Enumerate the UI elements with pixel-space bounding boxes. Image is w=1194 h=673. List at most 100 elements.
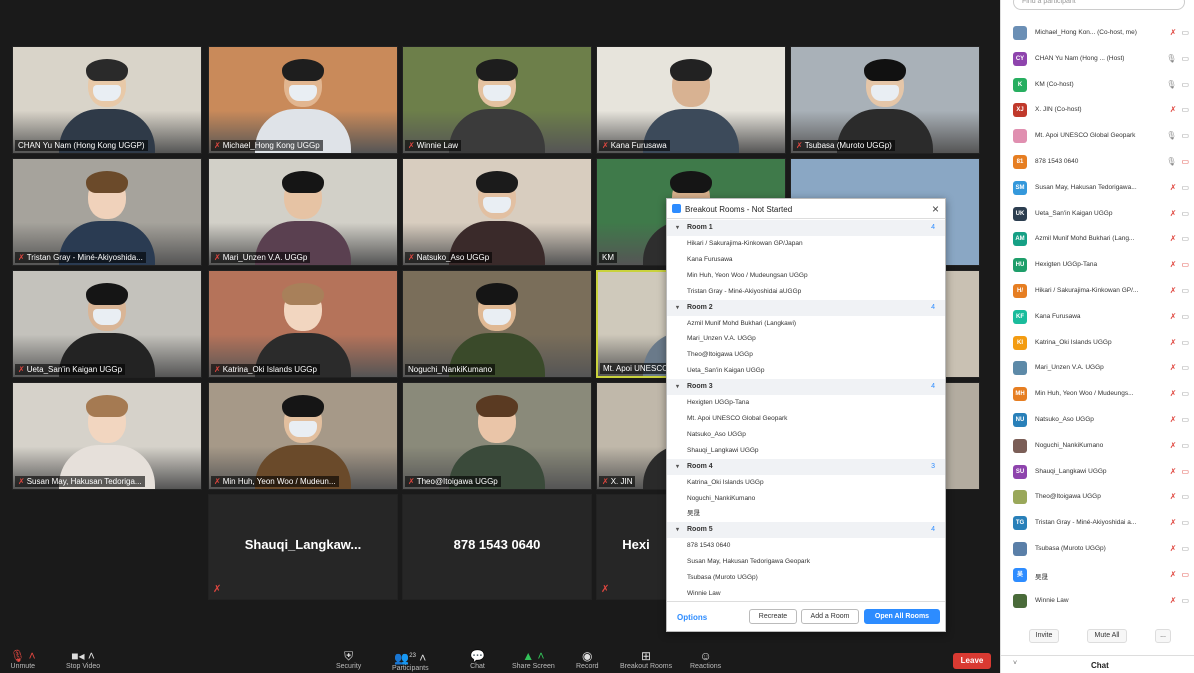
room-member[interactable]: Tsubasa (Muroto UGGp): [667, 570, 945, 586]
video-camera-icon: ▭: [1181, 363, 1189, 373]
tile-name-label: ✗ Katrina_Oki Islands UGGp: [211, 364, 320, 375]
participant-row[interactable]: 吴吴晟 ✗ ▭: [1001, 563, 1194, 589]
participant-row[interactable]: K KM (Co-host) 🎙 ▭: [1001, 73, 1194, 99]
room-member[interactable]: Mt. Apoi UNESCO Global Geopark: [667, 411, 945, 427]
participant-name: Winnie Law: [1035, 596, 1069, 604]
room-header[interactable]: ▾ Room 5 4: [667, 522, 945, 539]
participant-row[interactable]: HU Hexigten UGGp-Tana ✗ ▭: [1001, 253, 1194, 279]
video-tile[interactable]: ✗ Mari_Unzen V.A. UGGp: [208, 158, 398, 266]
video-tile[interactable]: ✗ Winnie Law: [402, 46, 592, 154]
room-member[interactable]: Ueta_San'in Kaigan UGGp: [667, 363, 945, 379]
mute-all-button[interactable]: Mute All: [1087, 629, 1127, 643]
room-header[interactable]: ▾ Room 2 4: [667, 299, 945, 316]
room-member[interactable]: Mari_Unzen V.A. UGGp: [667, 331, 945, 347]
participant-status-icons: ✗ ▭: [1170, 338, 1189, 347]
video-tile[interactable]: ✗ Tristan Gray - Miné-Akiyoshida...: [12, 158, 202, 266]
room-member[interactable]: Tristan Gray - Miné-Akiyoshidai aUGGp: [667, 284, 945, 300]
participant-row[interactable]: CY CHAN Yu Nam (Hong ... (Host) 🎙 ▭: [1001, 47, 1194, 73]
room-member[interactable]: Susan May, Hakusan Tedorigawa Geopark: [667, 554, 945, 570]
room-member[interactable]: Hikari / Sakurajima-Kinkowan GP/Japan: [667, 236, 945, 252]
video-tile[interactable]: ✗ Natsuko_Aso UGGp: [402, 158, 592, 266]
unmute-button[interactable]: 🎙 ˄ Unmute: [10, 649, 36, 670]
video-tile[interactable]: ✗ Theo@Itoigawa UGGp: [402, 382, 592, 490]
participant-row[interactable]: NU Natsuko_Aso UGGp ✗ ▭: [1001, 408, 1194, 434]
participant-row[interactable]: Theo@Itoigawa UGGp ✗ ▭: [1001, 485, 1194, 511]
participant-name: Mari_Unzen V.A. UGGp: [1035, 364, 1104, 372]
participant-row[interactable]: SU Shauqi_Langkawi UGGp ✗ ▭: [1001, 460, 1194, 486]
room-member[interactable]: Hexigten UGGp-Tana: [667, 395, 945, 411]
room-member[interactable]: 878 1543 0640: [667, 538, 945, 554]
security-button[interactable]: ⛨ Security: [336, 649, 361, 670]
video-tile[interactable]: Noguchi_NankiKumano: [402, 270, 592, 378]
open-all-rooms-button[interactable]: Open All Rooms: [864, 609, 940, 624]
video-camera-icon: ▭: [1181, 234, 1189, 244]
chat-section-header[interactable]: ˅ Chat: [1001, 655, 1194, 673]
room-member[interactable]: Azmil Munif Mohd Bukhari (Langkawi): [667, 316, 945, 332]
participant-row[interactable]: 81 878 1543 0640 🎙 ▭: [1001, 150, 1194, 176]
participant-row[interactable]: KF Kana Furusawa ✗ ▭: [1001, 305, 1194, 331]
stop-video-button[interactable]: ■◂ ˄ Stop Video: [66, 649, 100, 670]
audio-only-tile[interactable]: Shauqi_Langkaw... ✗: [208, 494, 398, 600]
room-member-count: 4: [931, 303, 935, 311]
tile-display-name: Hexi: [622, 537, 650, 552]
participant-row[interactable]: XJ X. JIN (Co-host) ✗ ▭: [1001, 98, 1194, 124]
room-member[interactable]: Winnie Law: [667, 586, 945, 600]
room-header[interactable]: ▾ Room 1 4: [667, 220, 945, 236]
video-tile[interactable]: CHAN Yu Nam (Hong Kong UGGP): [12, 46, 202, 154]
participant-row[interactable]: Noguchi_NankiKumano ✗ ▭: [1001, 434, 1194, 460]
participant-row[interactable]: KI Katrina_Oki Islands UGGp ✗ ▭: [1001, 331, 1194, 357]
tile-name-label: ✗ Tristan Gray - Miné-Akiyoshida...: [15, 252, 146, 263]
recreate-button[interactable]: Recreate: [749, 609, 797, 624]
options-link[interactable]: Options: [677, 613, 707, 622]
participant-row[interactable]: Winnie Law ✗ ▭: [1001, 589, 1194, 615]
room-header[interactable]: ▾ Room 3 4: [667, 379, 945, 396]
audio-only-tile[interactable]: Hexi ✗: [596, 494, 676, 600]
room-member[interactable]: Min Huh, Yeon Woo / Mudeungsan UGGp: [667, 268, 945, 284]
room-header[interactable]: ▾ Room 4 3: [667, 458, 945, 475]
invite-button[interactable]: Invite: [1029, 629, 1059, 643]
participant-row[interactable]: H/Hikari / Sakurajima-Kinkowan GP/... ✗ ▭: [1001, 279, 1194, 305]
participant-row[interactable]: MH Min Huh, Yeon Woo / Mudeungs... ✗ ▭: [1001, 382, 1194, 408]
leave-button[interactable]: Leave: [953, 653, 991, 669]
video-tile[interactable]: ✗ Min Huh, Yeon Woo / Mudeun...: [208, 382, 398, 490]
participants-button[interactable]: 👥23 ˄ Participants: [392, 649, 429, 672]
breakout-rooms-button[interactable]: ⊞ Breakout Rooms: [620, 649, 672, 670]
participant-row[interactable]: UK Ueta_San'in Kaigan UGGp ✗ ▭: [1001, 202, 1194, 228]
audio-only-tile[interactable]: 878 1543 0640: [402, 494, 592, 600]
participant-status-icons: 🎙 ▭: [1166, 80, 1189, 89]
room-member[interactable]: Kana Furusawa: [667, 252, 945, 268]
video-tile[interactable]: ✗ Ueta_San'in Kaigan UGGp: [12, 270, 202, 378]
video-tile[interactable]: ✗ Katrina_Oki Islands UGGp: [208, 270, 398, 378]
room-member[interactable]: 吴晟: [667, 506, 945, 522]
participant-row[interactable]: SM Susan May, Hakusan Tedorigawa... ✗ ▭: [1001, 176, 1194, 202]
video-tile[interactable]: ✗ Kana Furusawa: [596, 46, 786, 154]
chat-button[interactable]: 💬 Chat: [470, 649, 485, 670]
video-tile[interactable]: ✗ Susan May, Hakusan Tedoriga...: [12, 382, 202, 490]
room-member[interactable]: Natsuko_Aso UGGp: [667, 427, 945, 443]
more-button[interactable]: ...: [1155, 629, 1171, 643]
participant-row[interactable]: Mari_Unzen V.A. UGGp ✗ ▭: [1001, 356, 1194, 382]
room-member[interactable]: Katrina_Oki Islands UGGp: [667, 475, 945, 491]
participant-name: 吴晟: [1035, 573, 1048, 581]
mic-icon: 🎙: [1166, 79, 1177, 89]
video-tile[interactable]: ✗ Tsubasa (Muroto UGGp): [790, 46, 980, 154]
participant-search-input[interactable]: Find a participant: [1013, 0, 1185, 10]
close-icon[interactable]: ×: [932, 202, 939, 216]
participant-row[interactable]: TG Tristan Gray - Miné-Akiyoshidai a... ✗ ▭: [1001, 511, 1194, 537]
share-screen-button[interactable]: ▲ ˄ Share Screen: [512, 649, 555, 670]
participant-status-icons: ✗ ▭: [1170, 596, 1189, 605]
room-member[interactable]: Noguchi_NankiKumano: [667, 491, 945, 507]
record-button[interactable]: ◉ Record: [576, 649, 599, 670]
room-member[interactable]: Shauqi_Langkawi UGGp: [667, 443, 945, 459]
add-room-button[interactable]: Add a Room: [801, 609, 859, 624]
participant-row[interactable]: Michael_Hong Kon... (Co-host, me) ✗ ▭: [1001, 21, 1194, 47]
room-member[interactable]: Theo@Itoigawa UGGp: [667, 347, 945, 363]
reactions-button[interactable]: ☺ Reactions: [690, 649, 721, 670]
participant-status-icons: ✗ ▭: [1170, 260, 1189, 269]
participant-row[interactable]: Mt. Apoi UNESCO Global Geopark 🎙 ▭: [1001, 124, 1194, 150]
video-tile[interactable]: ✗ Michael_Hong Kong UGGp: [208, 46, 398, 154]
chevron-down-icon: ▾: [676, 384, 680, 391]
participant-row[interactable]: Tsubasa (Muroto UGGp) ✗ ▭: [1001, 537, 1194, 563]
participant-row[interactable]: AM Azmil Munif Mohd Bukhari (Lang... ✗ ▭: [1001, 227, 1194, 253]
mic-off-icon: ✗: [408, 477, 415, 486]
